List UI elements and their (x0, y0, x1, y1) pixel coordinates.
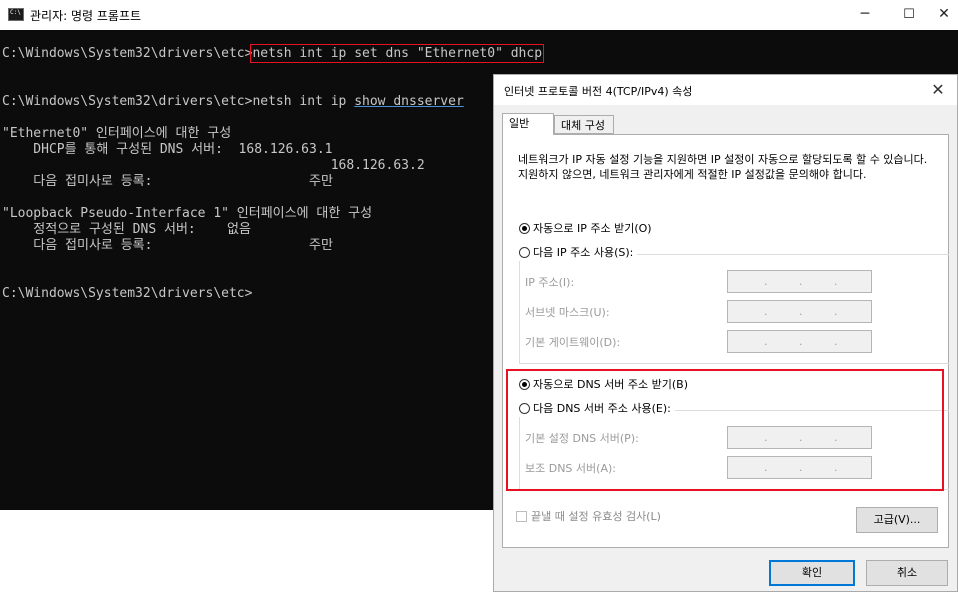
default-gateway-input[interactable]: ... (727, 330, 872, 353)
ip-dot: . (834, 335, 838, 348)
dns-section-highlight (506, 369, 944, 491)
maximize-icon[interactable]: ☐ (886, 0, 932, 30)
ip-address-input[interactable]: ... (727, 270, 872, 293)
subnet-mask-label: 서브넷 마스크(U): (525, 306, 610, 319)
console-line-eth-suffix: 다음 접미사로 등록: 주만 (2, 174, 333, 189)
console-line-eth-header: "Ethernet0" 인터페이스에 대한 구성 (2, 126, 232, 141)
radio-checked-icon (519, 223, 530, 234)
ip-dot: . (764, 305, 768, 318)
ip-dot: . (764, 335, 768, 348)
radio-auto-ip[interactable]: 자동으로 IP 주소 받기(O) (519, 221, 652, 237)
close-icon[interactable]: ✕ (930, 0, 958, 30)
console-line-eth-dhcp-dns: DHCP를 통해 구성된 DNS 서버: 168.126.63.1 (2, 142, 333, 157)
tab-general[interactable]: 일반 (502, 113, 554, 135)
ip-dot: . (799, 275, 803, 288)
ip-dot: . (834, 305, 838, 318)
cmd-app-icon-text: C:\ (10, 9, 21, 16)
minimize-icon[interactable]: ─ (842, 0, 888, 30)
console-line-lb-header: "Loopback Pseudo-Interface 1" 인터페이스에 대한 … (2, 206, 373, 221)
cmd-window-title: 관리자: 명령 프롬프트 (30, 9, 142, 23)
ok-button[interactable]: 확인 (769, 560, 855, 586)
radio-manual-ip-label: 다음 IP 주소 사용(S): (533, 246, 634, 259)
dialog-titlebar[interactable]: 인터넷 프로토콜 버전 4(TCP/IPv4) 속성 ✕ (494, 75, 957, 105)
ip-dot: . (764, 275, 768, 288)
console-line-cmd1: C:\Windows\System32\drivers\etc>netsh in… (2, 44, 545, 63)
cmd-app-icon[interactable]: C:\ (8, 8, 24, 21)
radio-auto-ip-label: 자동으로 IP 주소 받기(O) (533, 222, 652, 235)
console-prompt: C:\Windows\System32\drivers\etc> (2, 46, 253, 61)
ip-dot: . (799, 335, 803, 348)
ip-address-label: IP 주소(I): (525, 276, 575, 289)
console-line-lb-static-dns: 정적으로 구성된 DNS 서버: 없음 (2, 222, 251, 237)
default-gateway-label: 기본 게이트웨이(D): (525, 336, 621, 349)
validate-settings-checkbox[interactable]: 끝낼 때 설정 유효성 검사(L) (516, 509, 661, 525)
ipv4-properties-dialog: 인터넷 프로토콜 버전 4(TCP/IPv4) 속성 ✕ 일반 대체 구성 네트… (493, 74, 958, 592)
console-line-final-prompt: C:\Windows\System32\drivers\etc> (2, 286, 253, 301)
console-command-highlight: netsh int ip set dns "Ethernet0" dhcp (250, 44, 545, 63)
checkbox-unchecked-icon (516, 511, 527, 522)
ip-settings-description: 네트워크가 IP 자동 설정 기능을 지원하면 IP 설정이 자동으로 할당되도… (518, 153, 928, 181)
subnet-mask-input[interactable]: ... (727, 300, 872, 323)
tab-alternate-configuration[interactable]: 대체 구성 (554, 115, 614, 134)
validate-settings-label: 끝낼 때 설정 유효성 검사(L) (531, 510, 661, 523)
close-icon[interactable]: ✕ (926, 78, 950, 102)
advanced-button[interactable]: 고급(V)... (856, 507, 938, 533)
ip-dot: . (799, 305, 803, 318)
console-line-cmd2: C:\Windows\System32\drivers\etc>netsh in… (2, 94, 464, 110)
dialog-title: 인터넷 프로토콜 버전 4(TCP/IPv4) 속성 (504, 85, 693, 98)
radio-manual-ip[interactable]: 다음 IP 주소 사용(S): (519, 245, 638, 261)
ip-dot: . (834, 275, 838, 288)
console-prompt: C:\Windows\System32\drivers\etc>netsh in… (2, 94, 355, 109)
console-command-underlined: show dnsserver (354, 94, 464, 109)
console-line-lb-suffix: 다음 접미사로 등록: 주만 (2, 238, 333, 253)
radio-unchecked-icon (519, 247, 530, 258)
cancel-button[interactable]: 취소 (866, 560, 948, 586)
console-line-eth-dns2: 168.126.63.2 (2, 158, 425, 173)
cmd-titlebar[interactable]: C:\ 관리자: 명령 프롬프트 ─ ☐ ✕ (0, 0, 958, 30)
